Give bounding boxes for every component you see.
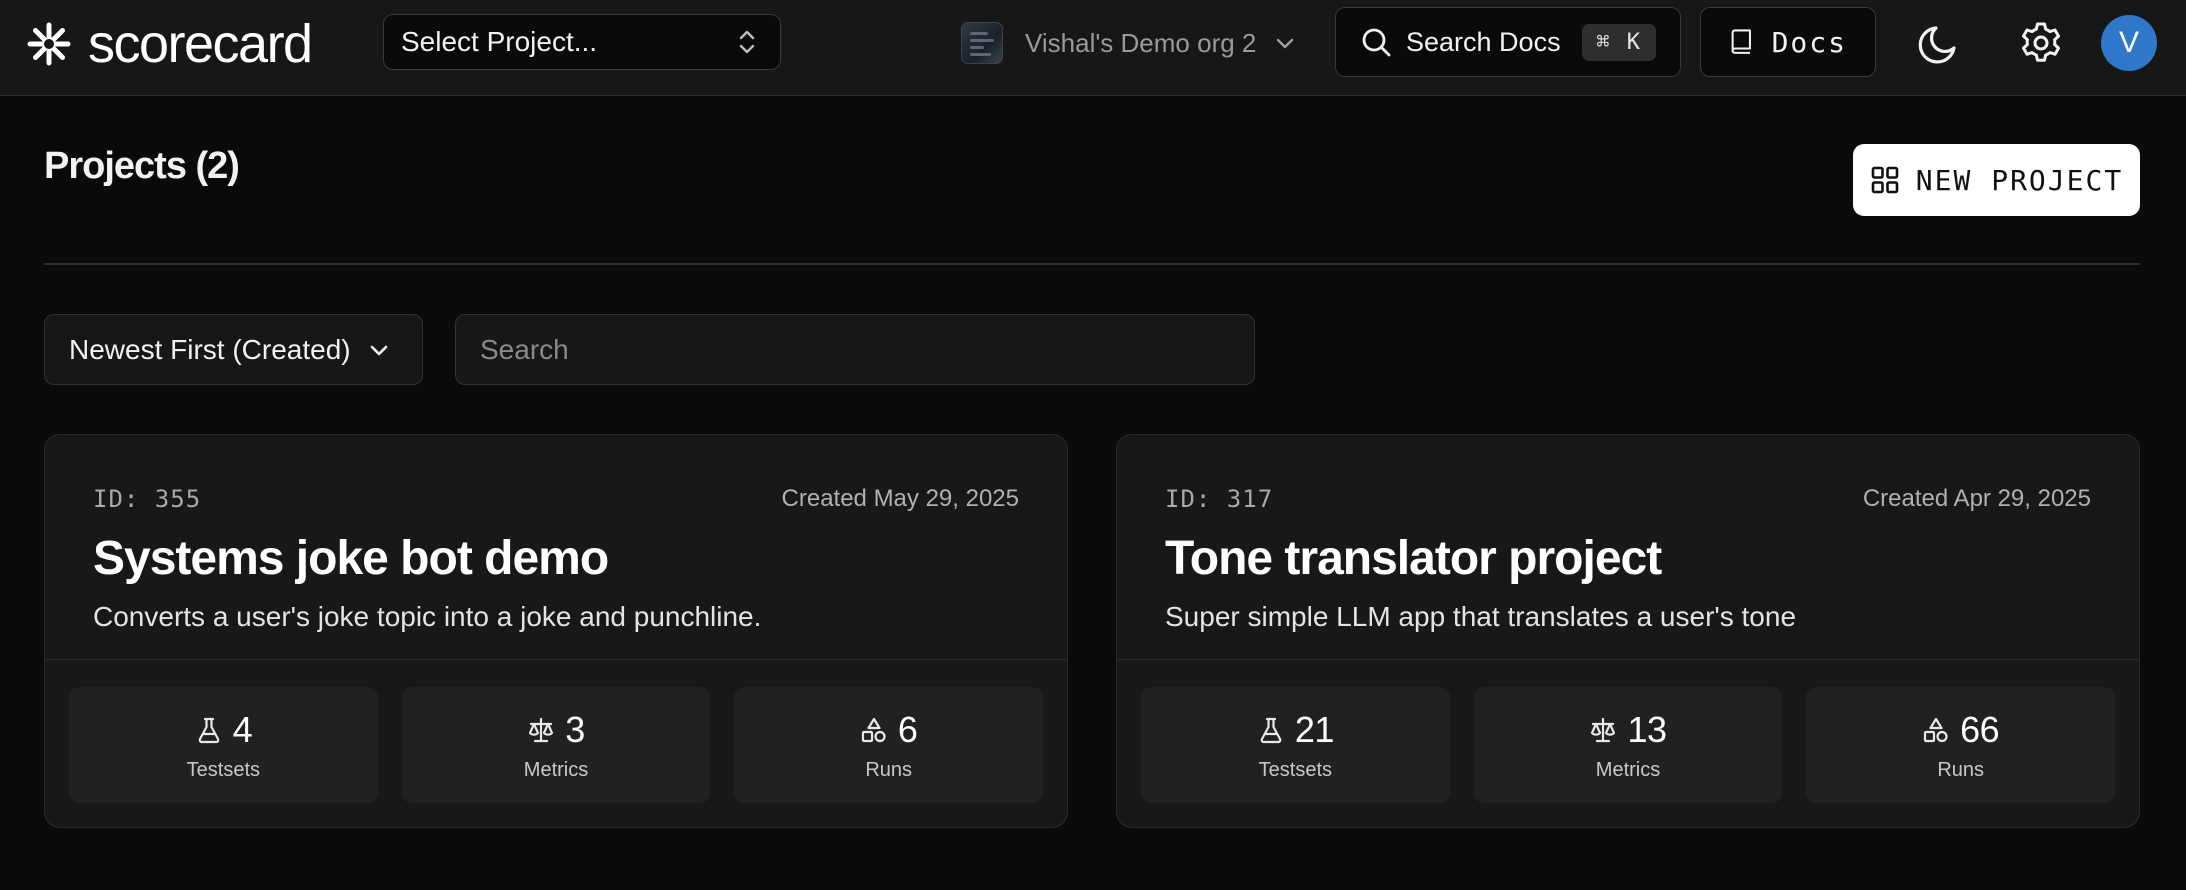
top-navbar: scorecard Select Project... Vishal's Dem… — [0, 0, 2186, 96]
flask-icon — [198, 717, 219, 743]
book-icon — [1731, 29, 1751, 54]
stat-label: Runs — [865, 758, 913, 781]
project-search-input[interactable] — [455, 314, 1255, 385]
org-switcher[interactable]: Vishal's Demo org 2 — [961, 20, 1296, 66]
project-description: Converts a user's joke topic into a joke… — [93, 601, 762, 632]
card-divider — [45, 659, 1067, 660]
shapes-icon — [1924, 717, 1948, 742]
project-created-date: Created Apr 29, 2025 — [1862, 485, 2091, 512]
chevron-up-down-icon — [739, 30, 755, 54]
project-select[interactable]: Select Project... — [383, 14, 781, 70]
grid-icon — [1871, 166, 1899, 194]
stat-value: 21 — [1294, 708, 1335, 750]
stat-testsets[interactable]: 21 Testsets — [1141, 687, 1450, 803]
stat-value: 66 — [1960, 708, 2000, 750]
scale-icon — [1591, 717, 1616, 742]
stat-runs[interactable]: 6 Runs — [734, 687, 1044, 803]
gear-icon[interactable] — [2017, 19, 2065, 67]
stat-metrics[interactable]: 13 Metrics — [1473, 687, 1783, 803]
search-icon — [1362, 28, 1391, 57]
search-docs-label: Search Docs — [1406, 26, 1561, 57]
sort-dropdown[interactable]: Newest First (Created) — [44, 314, 423, 385]
stat-metrics[interactable]: 3 Metrics — [401, 687, 711, 803]
docs-button[interactable]: Docs — [1700, 7, 1876, 77]
moon-icon[interactable] — [1914, 20, 1962, 68]
page-title: Projects (2) — [44, 145, 240, 187]
stat-label: Runs — [1937, 758, 1985, 781]
asterisk-logo-icon — [27, 22, 71, 66]
scale-icon — [529, 717, 554, 742]
stat-value: 3 — [565, 708, 585, 750]
docs-label: Docs — [1771, 25, 1847, 59]
org-avatar — [961, 22, 1003, 64]
chevron-down-icon — [1277, 38, 1294, 49]
stat-value: 4 — [232, 708, 253, 750]
sort-dropdown-label: Newest First (Created) — [69, 333, 351, 365]
project-select-label: Select Project... — [401, 26, 598, 57]
logo[interactable]: scorecard — [26, 14, 313, 74]
section-divider — [44, 263, 2140, 265]
org-name: Vishal's Demo org 2 — [1025, 27, 1257, 58]
flask-icon — [1260, 717, 1282, 743]
stat-runs[interactable]: 66 Runs — [1806, 687, 2116, 803]
new-project-label: NEW PROJECT — [1915, 163, 2124, 197]
project-stats: 21 Testsets 13 Metrics 66 Runs — [1141, 687, 2116, 803]
project-id: ID: 355 — [93, 485, 202, 513]
stat-label: Testsets — [186, 758, 261, 781]
project-card[interactable]: ID: 317 Created Apr 29, 2025 Tone transl… — [1116, 434, 2140, 828]
project-id: ID: 317 — [1165, 485, 1274, 513]
chevron-down-icon — [370, 345, 387, 355]
project-description: Super simple LLM app that translates a u… — [1165, 601, 1797, 632]
new-project-button[interactable]: NEW PROJECT — [1853, 144, 2140, 216]
card-divider — [1117, 659, 2139, 660]
stat-label: Testsets — [1258, 758, 1333, 781]
user-avatar[interactable]: V — [2101, 15, 2157, 71]
project-card[interactable]: ID: 355 Created May 29, 2025 Systems jok… — [44, 434, 1068, 828]
logo-text: scorecard — [88, 14, 313, 74]
keyboard-shortcut-badge: ⌘ K — [1582, 23, 1656, 61]
project-created-date: Created May 29, 2025 — [781, 485, 1019, 512]
stat-label: Metrics — [523, 758, 589, 781]
stat-value: 13 — [1627, 708, 1667, 750]
stat-label: Metrics — [1595, 758, 1661, 781]
shapes-icon — [861, 717, 886, 742]
project-title[interactable]: Systems joke bot demo — [93, 531, 609, 586]
project-title[interactable]: Tone translator project — [1165, 531, 1662, 586]
stat-testsets[interactable]: 4 Testsets — [69, 687, 378, 803]
stat-value: 6 — [897, 708, 918, 750]
project-stats: 4 Testsets 3 Metrics 6 Runs — [69, 687, 1044, 803]
search-docs-button[interactable]: Search Docs ⌘ K — [1335, 7, 1681, 77]
